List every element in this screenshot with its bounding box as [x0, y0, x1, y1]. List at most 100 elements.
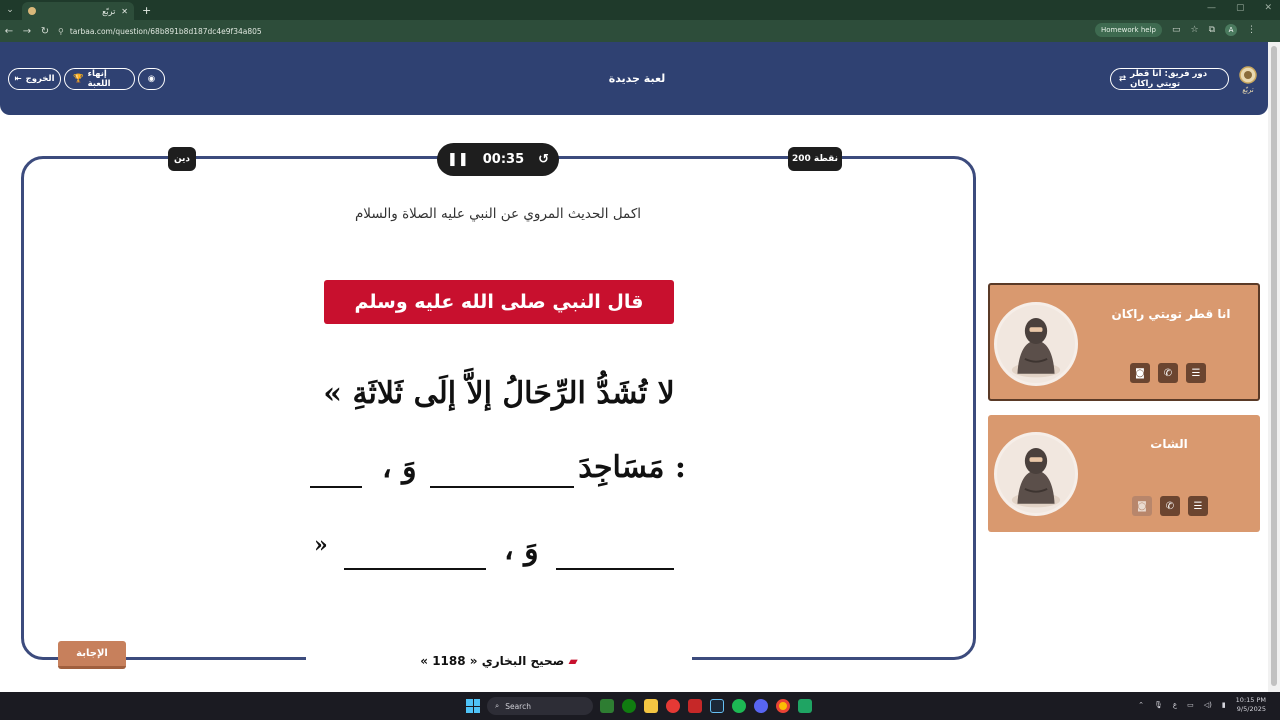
taskbar-search[interactable]: ⌕ Search — [487, 697, 593, 715]
source-ref: « 1188 » — [420, 654, 478, 668]
clock-time: 10:15 PM — [1235, 696, 1266, 704]
xbox-app-icon[interactable] — [622, 699, 636, 713]
camera-icon[interactable]: ◙ — [1130, 363, 1150, 383]
list-icon[interactable]: ☰ — [1188, 496, 1208, 516]
exit-label: الخروج — [25, 74, 55, 84]
trophy-icon: 🏆 — [73, 74, 84, 84]
file-explorer-icon[interactable] — [644, 699, 658, 713]
taskbar-search-label: Search — [505, 701, 531, 711]
more-menu-icon[interactable]: ⋮ — [1247, 25, 1256, 35]
team-turn-button[interactable]: ⇄ دور فريق: انا قطر تويتي راكان — [1110, 68, 1229, 90]
clock[interactable]: 10:15 PM 9/5/2025 — [1236, 696, 1266, 714]
chrome-icon[interactable] — [776, 699, 790, 713]
hadith-line-3: ، وَ » — [306, 532, 692, 582]
avatar — [994, 432, 1078, 516]
site-info-icon[interactable]: ⚲ — [58, 27, 64, 36]
browser-tab-strip: ⌄ تربّع ✕ + — ▢ ✕ — [0, 0, 1280, 20]
extensions-icon[interactable]: ⧉ — [1209, 25, 1215, 35]
palette-button[interactable]: ◉ — [138, 68, 165, 90]
close-tab-icon[interactable]: ✕ — [121, 7, 128, 16]
closing-quote: » — [314, 532, 328, 558]
mic-icon[interactable]: 🎙 — [1154, 701, 1163, 709]
player-card-active: انا قطر تويتي راكان ◙ ✆ ☰ — [988, 283, 1260, 401]
hadith-source: « 1188 » صحيح البخاري ▰ — [306, 654, 692, 668]
os-taskbar: ⌕ Search ⌃ 🎙 ع ▭ ◁) ▮ 10:15 PM 9/5/2025 — [0, 692, 1280, 720]
player-card: الشات ◙ ✆ ☰ — [988, 415, 1260, 532]
clock-date: 9/5/2025 — [1236, 705, 1266, 713]
points-badge: 200 نقطة — [788, 147, 842, 171]
window-controls: — ▢ ✕ — [1207, 3, 1272, 13]
list-icon[interactable]: ☰ — [1186, 363, 1206, 383]
timer-value: 00:35 — [482, 152, 525, 167]
phone-icon[interactable]: ✆ — [1158, 363, 1178, 383]
pause-icon[interactable]: ❚❚ — [447, 152, 469, 167]
question-text: اكمل الحديث المروي عن النبي عليه الصلاة … — [354, 206, 642, 222]
page-scrollbar[interactable] — [1268, 42, 1280, 692]
language-indicator[interactable]: ع — [1173, 701, 1177, 709]
source-book: صحيح البخاري — [481, 654, 565, 668]
blank-4 — [344, 568, 486, 570]
team-turn-label: دور فريق: انا قطر تويتي راكان — [1130, 69, 1208, 89]
active-app-icon[interactable] — [798, 699, 812, 713]
reset-timer-icon[interactable]: ↺ — [538, 152, 549, 167]
timer: ❚❚ 00:35 ↺ — [437, 143, 559, 176]
url-text: tarbaa.com/question/68b891b8d187dc4e9f34… — [69, 26, 262, 36]
player-avatar-image — [1011, 448, 1061, 508]
back-icon[interactable]: ← — [0, 26, 18, 37]
phone-icon[interactable]: ✆ — [1160, 496, 1180, 516]
hadith-banner: قال النبي صلى الله عليه وسلم — [324, 280, 674, 324]
tarbaa-logo[interactable]: تربّع — [1236, 66, 1260, 94]
windows-start-icon[interactable] — [466, 699, 480, 713]
end-game-button[interactable]: 🏆 إنهاء اللعبة — [64, 68, 135, 90]
opera-gx-icon[interactable] — [666, 699, 680, 713]
cast-icon[interactable]: ▭ — [1172, 25, 1181, 35]
hadith-line-1: « لا تُشَدُّ الرِّحَالُ إلاَّ إلَى ثَلاث… — [323, 376, 675, 411]
end-game-label: إنهاء اللعبة — [87, 69, 111, 89]
hadith-line-2: مَسَاجِدَ : ، وَ — [306, 450, 692, 494]
player-avatar-image — [1011, 318, 1061, 378]
close-window-icon[interactable]: ✕ — [1264, 3, 1272, 13]
and-word-1: ، وَ — [382, 450, 417, 485]
maximize-icon[interactable]: ▢ — [1236, 3, 1245, 13]
player-name: الشات — [1150, 437, 1188, 451]
search-icon: ⌕ — [495, 701, 500, 710]
url-field[interactable]: ⚲ tarbaa.com/question/68b891b8d187dc4e9f… — [58, 27, 262, 36]
chevron-up-icon[interactable]: ⌃ — [1138, 701, 1144, 709]
page-content: ⇤ الخروج 🏆 إنهاء اللعبة ◉ لعبة جديدة ⇄ د… — [0, 42, 1268, 692]
scrollbar-thumb[interactable] — [1271, 46, 1277, 686]
exit-icon: ⇤ — [14, 74, 22, 84]
logo-text: تربّع — [1242, 86, 1254, 94]
palette-icon: ◉ — [147, 74, 156, 84]
page-title: لعبة جديدة — [608, 72, 666, 85]
forward-icon[interactable]: → — [18, 26, 36, 37]
minimize-icon[interactable]: — — [1207, 3, 1216, 13]
nvidia-app-icon[interactable] — [600, 699, 614, 713]
spotify-icon[interactable] — [732, 699, 746, 713]
homework-help-button[interactable]: Homework help — [1095, 23, 1162, 37]
blank-1 — [430, 486, 574, 488]
steam-icon[interactable] — [710, 699, 724, 713]
battery-icon[interactable]: ▮ — [1222, 701, 1226, 709]
tab-search-icon[interactable]: ⌄ — [0, 0, 20, 20]
masajid-word: مَسَاجِدَ : — [578, 450, 686, 485]
network-icon[interactable]: ▭ — [1187, 701, 1194, 709]
bookmark-star-icon[interactable]: ☆ — [1190, 25, 1198, 35]
camera-icon[interactable]: ◙ — [1132, 496, 1152, 516]
app-icon[interactable] — [688, 699, 702, 713]
exit-button[interactable]: ⇤ الخروج — [8, 68, 61, 90]
tab-title: تربّع — [102, 6, 116, 16]
answer-button[interactable]: الإجابة — [58, 641, 126, 669]
site-favicon-icon — [28, 7, 36, 15]
book-icon: ▰ — [568, 654, 578, 668]
game-header: ⇤ الخروج 🏆 إنهاء اللعبة ◉ لعبة جديدة ⇄ د… — [0, 42, 1268, 115]
player-name: انا قطر تويتي راكان — [1111, 307, 1231, 321]
browser-tab[interactable]: تربّع ✕ — [22, 2, 134, 20]
profile-avatar[interactable]: A — [1225, 24, 1237, 36]
new-tab-icon[interactable]: + — [142, 4, 151, 17]
avatar — [994, 302, 1078, 386]
blank-3 — [556, 568, 674, 570]
hadith-image: قال النبي صلى الله عليه وسلم « لا تُشَدُ… — [306, 272, 692, 680]
reload-icon[interactable]: ↻ — [36, 26, 54, 37]
volume-icon[interactable]: ◁) — [1204, 701, 1212, 709]
discord-icon[interactable] — [754, 699, 768, 713]
